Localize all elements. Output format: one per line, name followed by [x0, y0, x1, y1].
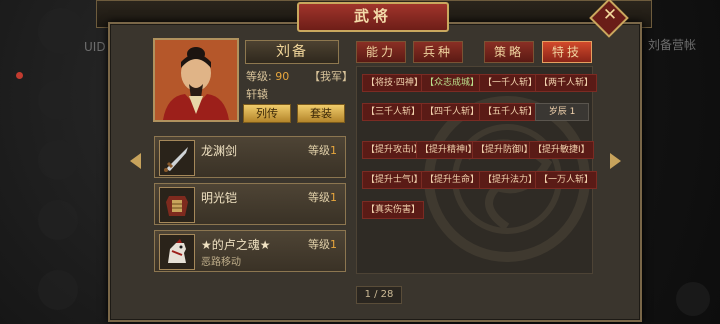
page-indicator: 1 / 28 — [356, 286, 402, 304]
hero-title: 轩辕 — [246, 88, 268, 101]
skill-chip[interactable]: 【两千人斩】 — [535, 74, 598, 92]
hero-level: 等级: 90 — [246, 68, 289, 84]
equipment-level: 等级1 — [308, 144, 337, 157]
equipment-level: 等级1 — [308, 238, 337, 251]
outfit-button[interactable]: 套装 — [297, 104, 345, 123]
hero-name: 刘备 — [245, 40, 339, 64]
bg-uid-label: UID — [84, 40, 106, 54]
tab-strategy[interactable]: 策略 — [484, 41, 534, 63]
skill-chip[interactable]: 【将技·四神】 — [362, 74, 427, 92]
equipment-slot-weapon[interactable]: 龙渊剑 等级1 — [154, 136, 346, 178]
equipment-slot-mount[interactable]: ★的卢之魂★ 等级1 恶路移动 — [154, 230, 346, 272]
sword-icon — [159, 140, 195, 176]
bg-menu-icon — [38, 270, 78, 310]
armor-icon — [159, 187, 195, 223]
skill-chip[interactable]: 【五千人斩】 — [479, 103, 542, 121]
skill-chip[interactable]: 【三千人斩】 — [362, 103, 425, 121]
equipment-name: 明光铠 — [201, 191, 238, 205]
horse-icon — [159, 234, 195, 270]
skill-chip[interactable]: 【一万人斩】 — [535, 171, 598, 189]
bg-avatar — [38, 8, 84, 54]
close-icon[interactable]: ✕ — [598, 3, 622, 27]
equipment-effect: 恶路移动 — [201, 257, 241, 268]
equipment-slot-armor[interactable]: 明光铠 等级1 — [154, 183, 346, 225]
bg-menu-icon — [676, 282, 710, 316]
hero-portrait-icon — [155, 40, 237, 120]
equipment-name: ★的卢之魂★ — [201, 238, 271, 252]
tab-troops[interactable]: 兵种 — [413, 41, 463, 63]
tab-ability[interactable]: 能力 — [356, 41, 406, 63]
hero-level-label: 等级: — [246, 70, 272, 83]
skill-chip[interactable]: 【四千人斩】 — [421, 103, 484, 121]
hero-portrait — [153, 38, 239, 122]
skill-chip[interactable]: 【提升士气Ⅰ】 — [362, 171, 427, 189]
hero-faction: 【我军】 — [309, 70, 353, 83]
skill-chip[interactable]: 【真实伤害】 — [362, 201, 425, 219]
bg-menu-icon — [38, 140, 78, 180]
window-title: 武将 — [297, 2, 449, 32]
skill-chip[interactable]: 【一千人斩】 — [479, 74, 542, 92]
bg-menu-icon — [38, 80, 78, 120]
bg-menu-icon — [38, 200, 78, 240]
bg-camp-label: 刘备营帐 — [648, 38, 697, 52]
tab-special-skills[interactable]: 特技 — [542, 41, 592, 63]
previous-hero-arrow-icon[interactable] — [130, 153, 141, 169]
skill-list — [356, 66, 593, 274]
notification-dot — [16, 72, 23, 79]
equipment-level: 等级1 — [308, 191, 337, 204]
hero-level-value: 90 — [275, 70, 290, 83]
next-hero-arrow-icon[interactable] — [610, 153, 621, 169]
skill-chip[interactable]: 【众志成城】 — [421, 74, 484, 92]
skill-chip[interactable]: 【提升法力】 — [479, 171, 542, 189]
skill-chip[interactable]: 【提升精神Ⅰ】 — [416, 141, 481, 159]
equipment-name: 龙渊剑 — [201, 144, 238, 158]
skill-chip[interactable]: 岁辰 1 — [535, 103, 589, 121]
skill-chip[interactable]: 【提升防御Ⅰ】 — [472, 141, 537, 159]
dragon-emblem-icon — [424, 96, 590, 262]
skill-chip[interactable]: 【提升生命】 — [421, 171, 484, 189]
bio-button[interactable]: 列传 — [243, 104, 291, 123]
skill-chip[interactable]: 【提升敏捷Ⅰ】 — [529, 141, 594, 159]
